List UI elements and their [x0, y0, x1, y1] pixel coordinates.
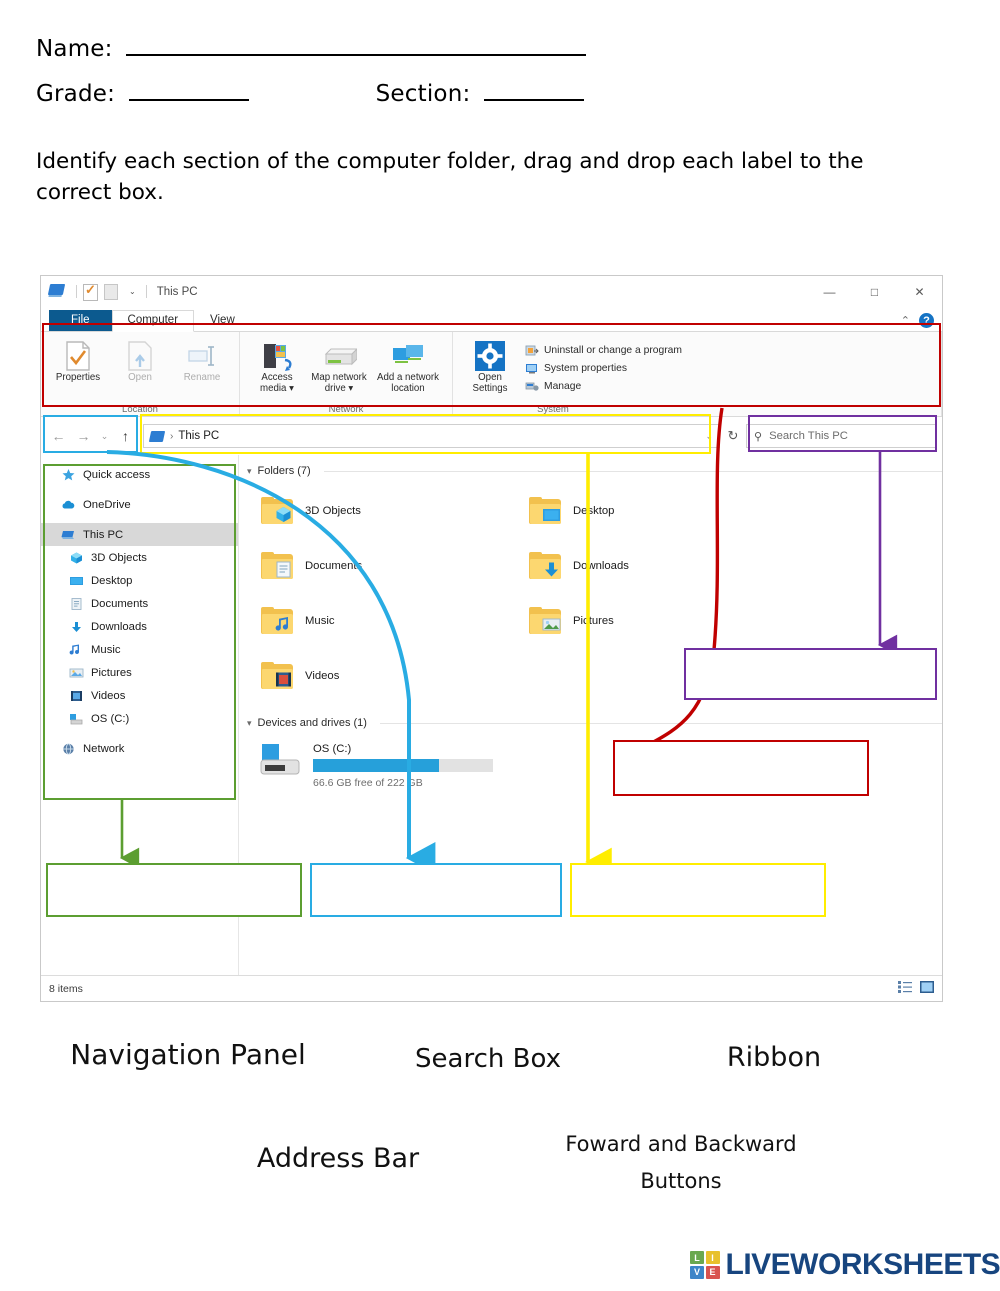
name-line: Name: [36, 34, 936, 62]
worksheet-header: Name: Grade: Section: [36, 34, 936, 124]
folder-label: Downloads [573, 559, 629, 572]
music-folder-icon [261, 606, 295, 635]
drives-header-label: Devices and drives (1) [257, 717, 367, 729]
name-label: Name: [36, 36, 113, 62]
logo-tile-v: V [690, 1265, 704, 1279]
folder-item-music[interactable]: Music [247, 593, 515, 648]
folder-item-videos[interactable]: Videos [247, 648, 515, 703]
section-label: Section: [375, 81, 471, 107]
drives-section-header[interactable]: ▾ Devices and drives (1) [247, 717, 942, 729]
grade-label: Grade: [36, 81, 116, 107]
minimize-button[interactable]: — [807, 276, 852, 307]
folder-label: 3D Objects [305, 504, 361, 517]
folder-item-documents[interactable]: Documents [247, 538, 515, 593]
search-box-highlight [748, 415, 937, 452]
logo-tile-i: I [705, 1251, 720, 1265]
instructions-text: Identify each section of the computer fo… [36, 149, 864, 206]
answer-box-ribbon[interactable] [613, 740, 869, 796]
item-count: 8 items [49, 982, 83, 995]
drive-usage-fill [313, 759, 439, 772]
nav-buttons-highlight [43, 415, 138, 453]
drag-label-forward-backward-buttons[interactable]: Foward and Backward Buttons [552, 1126, 810, 1200]
answer-box-search-box[interactable] [684, 648, 937, 700]
chevron-down-icon[interactable]: ▾ [247, 466, 252, 477]
folders-section-header[interactable]: ▾ Folders (7) [247, 465, 942, 477]
videos-folder-icon [261, 661, 295, 690]
grade-section-line: Grade: Section: [36, 79, 936, 107]
new-folder-quick-icon[interactable] [104, 283, 120, 300]
drive-free-space: 66.6 GB free of 222 GB [313, 777, 423, 789]
logo-tile-l: L [690, 1251, 704, 1265]
drag-label-ribbon[interactable]: Ribbon [690, 1042, 858, 1073]
drag-label-address-bar[interactable]: Address Bar [232, 1143, 444, 1174]
grade-blank[interactable] [128, 79, 249, 101]
answer-box-forward-backward[interactable] [310, 863, 562, 917]
divider [76, 285, 77, 298]
divider [145, 285, 147, 298]
drag-label-navigation-panel[interactable]: Navigation Panel [58, 1038, 318, 1071]
details-view-icon[interactable] [898, 981, 912, 996]
chevron-down-icon[interactable]: ▾ [247, 718, 252, 729]
maximize-button[interactable]: □ [852, 276, 897, 307]
refresh-button[interactable]: ↻ [720, 428, 746, 444]
folder-label: Documents [305, 559, 363, 572]
logo-tiles: L I V E [690, 1251, 720, 1279]
folder-label: Desktop [573, 504, 615, 517]
folders-header-label: Folders (7) [257, 465, 311, 477]
chevron-down-icon[interactable]: ⌄ [129, 287, 136, 296]
drag-label-search-box[interactable]: Search Box [378, 1044, 598, 1074]
pictures-folder-icon [529, 606, 563, 635]
properties-quick-icon[interactable] [83, 282, 99, 301]
window-title: This PC [156, 285, 198, 298]
navigation-panel-highlight [43, 464, 236, 800]
drive-name: OS (C:) [313, 743, 352, 755]
window-controls: — □ ✕ [807, 276, 942, 307]
close-button[interactable]: ✕ [897, 276, 942, 307]
folder-label: Videos [305, 669, 340, 682]
folder-label: Music [305, 614, 335, 627]
folder-item-pictures[interactable]: Pictures [515, 593, 783, 648]
documents-folder-icon [261, 551, 295, 580]
folder-item-downloads[interactable]: Downloads [515, 538, 783, 593]
ribbon-highlight [42, 323, 941, 407]
drive-info: OS (C:) 66.6 GB free of 222 GB [313, 741, 493, 789]
status-bar: 8 items [41, 975, 942, 1001]
downloads-folder-icon [529, 551, 563, 580]
folder-item-3d-objects[interactable]: 3D Objects [247, 483, 515, 538]
folder-item-desktop[interactable]: Desktop [515, 483, 783, 538]
view-buttons [898, 981, 934, 996]
divider [323, 470, 942, 472]
this-pc-icon [47, 283, 66, 300]
section-blank[interactable] [483, 79, 584, 101]
3d-objects-folder-icon [261, 496, 295, 525]
logo-tile-e: E [705, 1265, 720, 1279]
answer-box-address-bar[interactable] [570, 863, 826, 917]
desktop-folder-icon [529, 496, 563, 525]
address-bar-highlight [140, 414, 711, 454]
divider [379, 722, 942, 724]
liveworksheets-logo: L I V E LIVEWORKSHEETS [690, 1248, 1000, 1282]
logo-wordmark: LIVEWORKSHEETS [725, 1248, 1000, 1281]
large-icons-view-icon[interactable] [920, 981, 934, 996]
title-bar: ⌄ This PC — □ ✕ [41, 276, 942, 307]
drive-usage-bar [313, 759, 493, 772]
drive-icon [259, 741, 301, 780]
answer-box-navigation-panel[interactable] [46, 863, 302, 917]
folder-label: Pictures [573, 614, 614, 627]
name-blank[interactable] [126, 34, 587, 56]
